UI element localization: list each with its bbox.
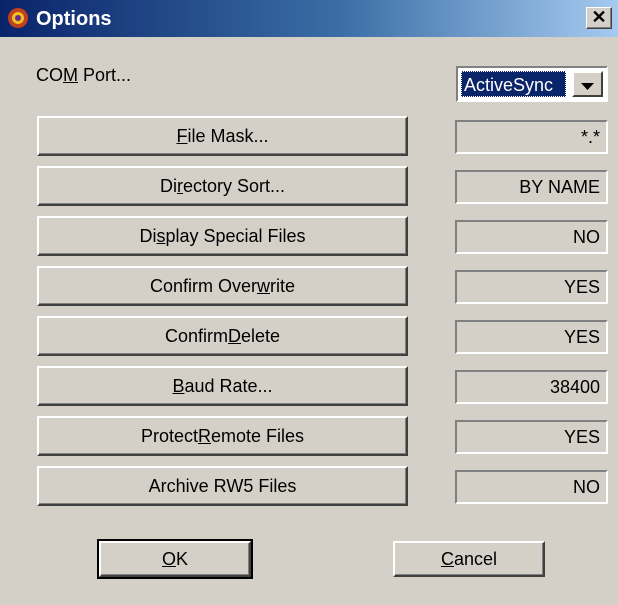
com-port-select[interactable]: ActiveSync [456, 66, 608, 102]
close-icon[interactable]: ✕ [586, 7, 612, 29]
archive-rw5-files-button[interactable]: Archive RW5 Files [37, 466, 408, 506]
confirm-overwrite-value: YES [455, 270, 608, 304]
title-bar[interactable]: Options ✕ [0, 0, 618, 37]
baud-rate-button[interactable]: Baud Rate... [37, 366, 408, 406]
file-mask-button[interactable]: File Mask... [37, 116, 408, 156]
confirm-delete-button[interactable]: Confirm Delete [37, 316, 408, 356]
chevron-down-icon [581, 83, 594, 90]
window-title: Options [36, 8, 112, 30]
com-port-value: ActiveSync [461, 71, 566, 97]
directory-sort-button[interactable]: Di r ectory Sort... [37, 166, 408, 206]
confirm-delete-value: YES [455, 320, 608, 354]
baud-rate-value: 38400 [455, 370, 608, 404]
display-special-files-button[interactable]: Di s play Special Files [37, 216, 408, 256]
protect-remote-files-button[interactable]: Protect Remote Files [37, 416, 408, 456]
archive-rw5-files-value: NO [455, 470, 608, 504]
display-special-files-value: NO [455, 220, 608, 254]
options-app-icon [8, 8, 28, 28]
ok-button[interactable]: OK [97, 539, 253, 579]
dropdown-button[interactable] [572, 71, 603, 97]
confirm-overwrite-button[interactable]: Confirm Over w rite [37, 266, 408, 306]
com-port-label: COM Port... [36, 65, 132, 85]
directory-sort-value: BY NAME [455, 170, 608, 204]
cancel-button[interactable]: Cancel [393, 541, 545, 577]
protect-remote-files-value: YES [455, 420, 608, 454]
file-mask-value: *.* [455, 120, 608, 154]
